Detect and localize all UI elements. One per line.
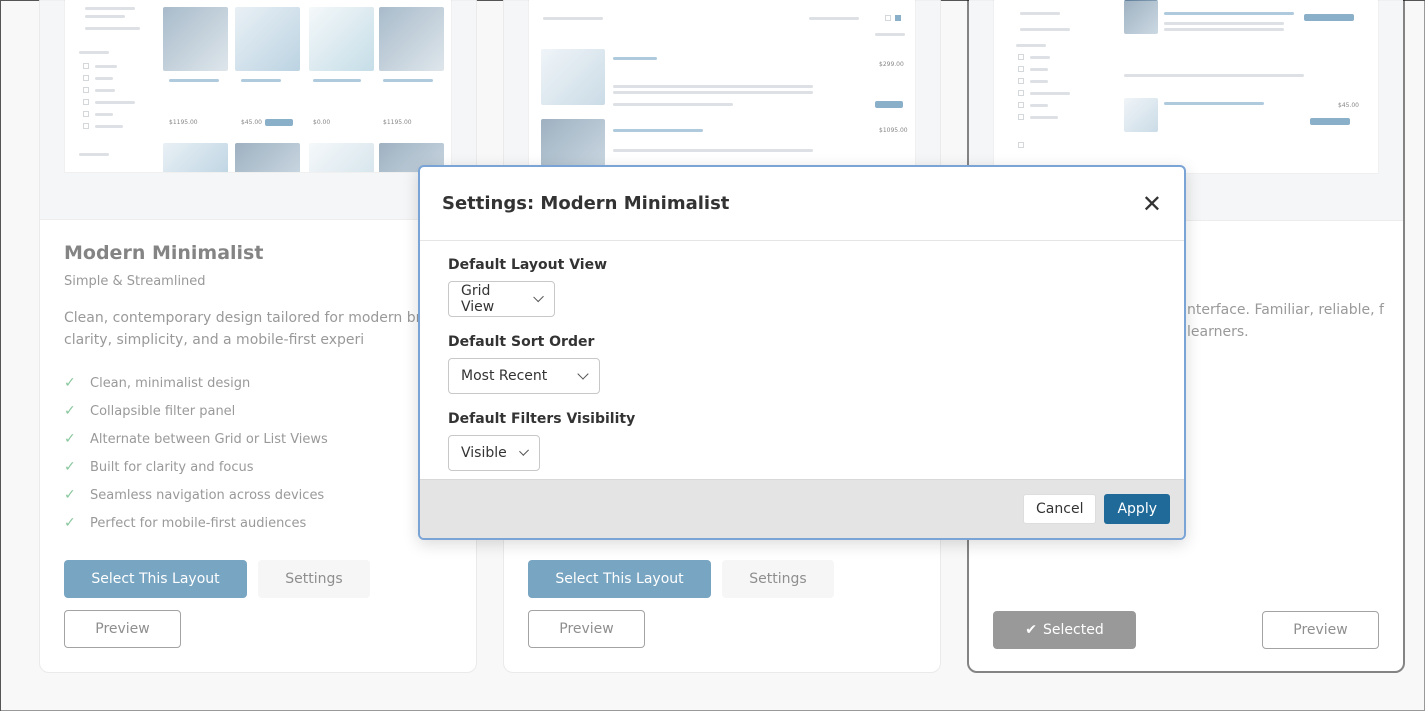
- modal-header: Settings: Modern Minimalist ✕: [420, 167, 1184, 241]
- chevron-down-icon: [532, 291, 544, 303]
- sort-order-value: Most Recent: [461, 368, 548, 384]
- close-icon[interactable]: ✕: [1142, 192, 1162, 216]
- chevron-down-icon: [577, 368, 589, 380]
- apply-button[interactable]: Apply: [1104, 494, 1170, 524]
- modal-body: Default Layout View Grid View Default So…: [420, 241, 1184, 481]
- layout-view-value: Grid View: [461, 283, 495, 315]
- chevron-down-icon: [518, 445, 529, 457]
- modal-footer: Cancel Apply: [420, 479, 1184, 538]
- sort-order-select[interactable]: Most Recent: [448, 358, 600, 394]
- settings-modal: Settings: Modern Minimalist ✕ Default La…: [418, 165, 1186, 540]
- sort-order-label: Default Sort Order: [448, 334, 595, 350]
- layout-view-select[interactable]: Grid View: [448, 281, 555, 317]
- cancel-button[interactable]: Cancel: [1023, 494, 1097, 524]
- filters-visibility-value: Visible: [461, 445, 507, 461]
- modal-title: Settings: Modern Minimalist: [442, 193, 730, 214]
- filters-visibility-label: Default Filters Visibility: [448, 411, 636, 427]
- filters-visibility-select[interactable]: Visible: [448, 435, 540, 471]
- layout-view-label: Default Layout View: [448, 257, 608, 273]
